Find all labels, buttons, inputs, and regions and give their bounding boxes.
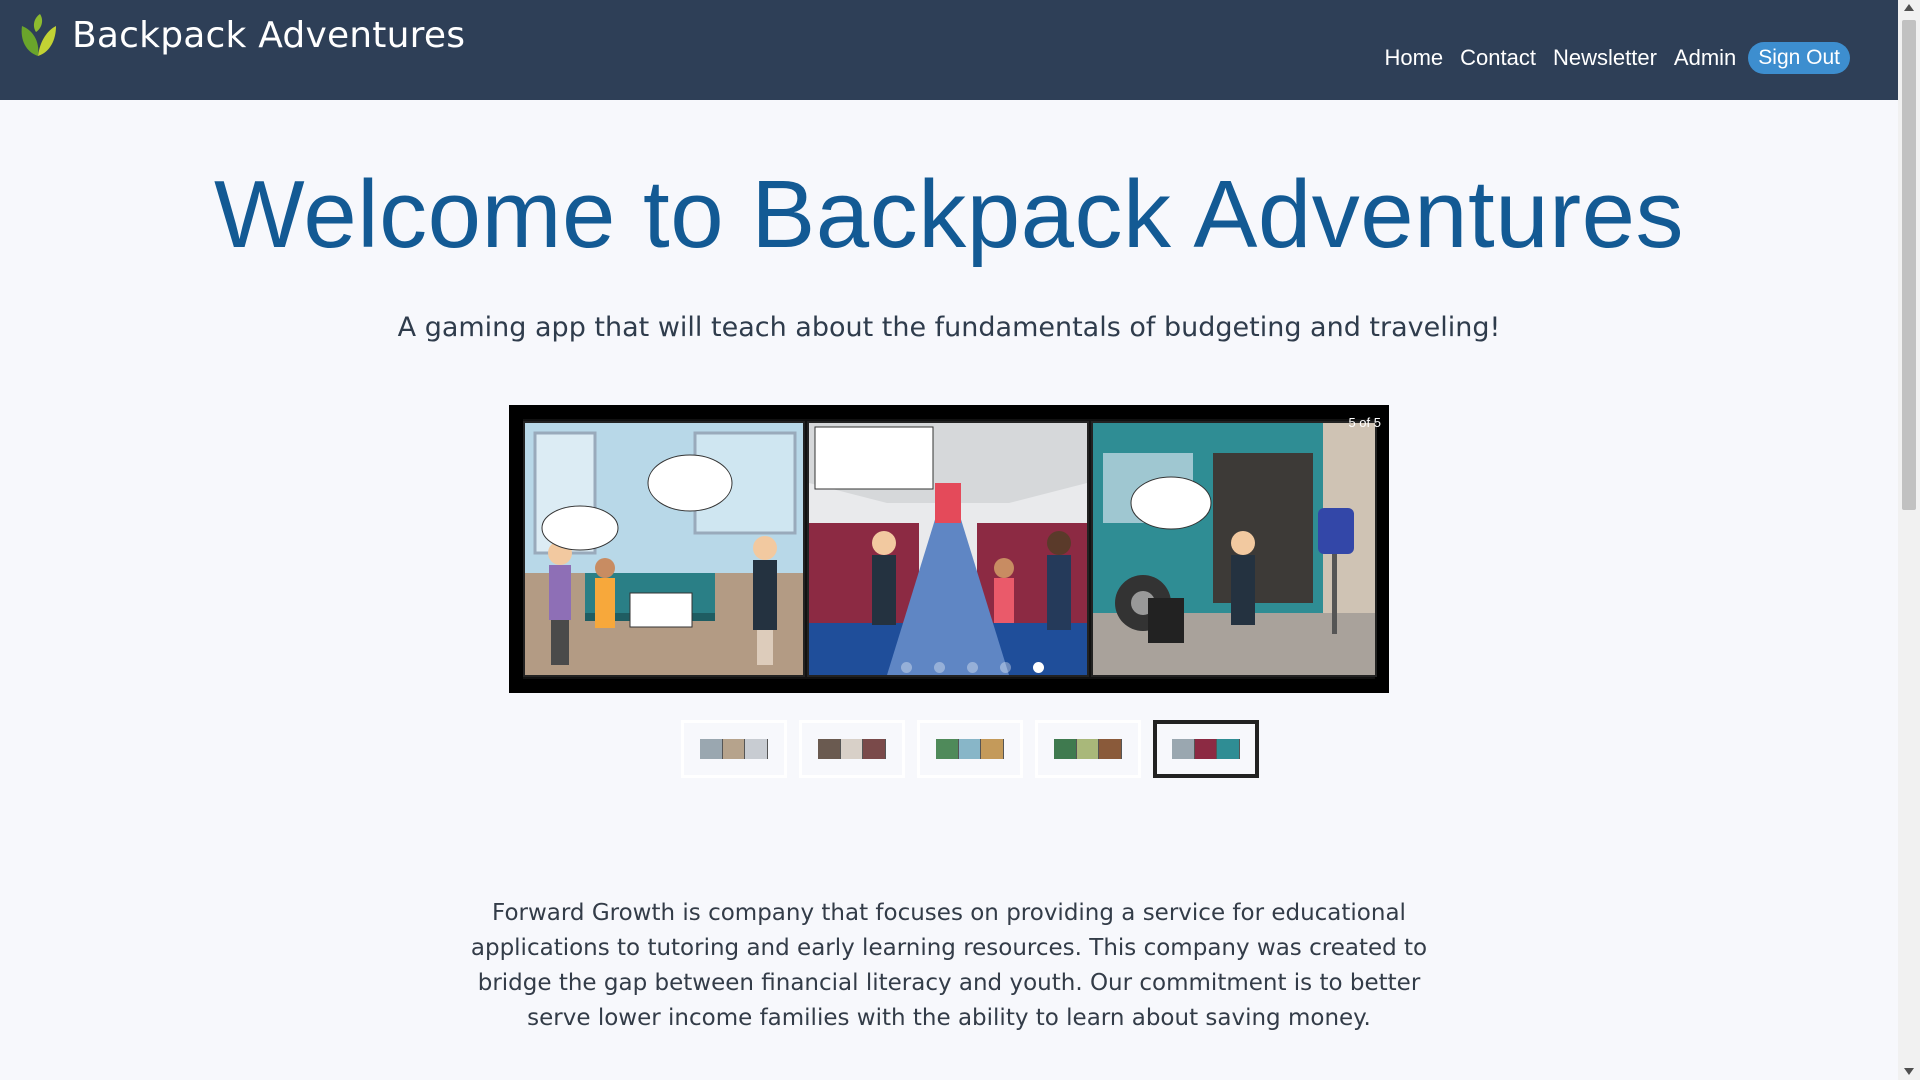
thumbnail-3[interactable] xyxy=(917,720,1023,778)
thumbnail-5[interactable] xyxy=(1153,720,1259,778)
about-paragraph: Forward Growth is company that focuses o… xyxy=(470,900,1428,1031)
thumbnail-image xyxy=(1172,739,1241,759)
thumbnail-image xyxy=(1054,739,1123,759)
carousel-slide xyxy=(523,419,1377,679)
nav-newsletter-link[interactable]: Newsletter xyxy=(1553,45,1657,71)
slide-counter: 5 of 5 xyxy=(1348,415,1381,430)
carousel-dot-4[interactable] xyxy=(1000,662,1011,673)
page-title: Welcome to Backpack Adventures xyxy=(214,161,1684,268)
nav-contact-link[interactable]: Contact xyxy=(1460,45,1536,71)
thumbnail-4[interactable] xyxy=(1035,720,1141,778)
carousel-thumbnails xyxy=(681,720,1271,778)
comic-panel-airplane xyxy=(807,421,1089,677)
carousel-dot-5[interactable] xyxy=(1033,662,1044,673)
thumbnail-1[interactable] xyxy=(681,720,787,778)
thumbnail-2[interactable] xyxy=(799,720,905,778)
top-navbar: Backpack Adventures Home Contact Newslet… xyxy=(0,0,1898,100)
scroll-down-arrow-icon[interactable] xyxy=(1904,1068,1914,1075)
comic-panel-bus xyxy=(1091,421,1377,677)
carousel-dot-2[interactable] xyxy=(934,662,945,673)
carousel-indicators xyxy=(901,662,1066,673)
nav-admin-link[interactable]: Admin xyxy=(1674,45,1736,71)
image-carousel[interactable]: 5 of 5 xyxy=(509,405,1389,693)
scroll-up-arrow-icon[interactable] xyxy=(1904,4,1914,11)
scroll-thumb[interactable] xyxy=(1902,20,1916,510)
page-scrollbar[interactable] xyxy=(1898,0,1920,1080)
carousel-dot-1[interactable] xyxy=(901,662,912,673)
nav-links: Home Contact Newsletter Admin Sign Out xyxy=(1367,42,1850,74)
thumbnail-image xyxy=(700,739,769,759)
comic-panel-airport xyxy=(523,421,805,677)
carousel-dot-3[interactable] xyxy=(967,662,978,673)
sign-out-button[interactable]: Sign Out xyxy=(1748,42,1850,74)
nav-home-link[interactable]: Home xyxy=(1384,45,1443,71)
thumbnail-image xyxy=(936,739,1005,759)
thumbnail-image xyxy=(818,739,887,759)
page-subtitle: A gaming app that will teach about the f… xyxy=(397,312,1501,343)
leaf-logo-icon xyxy=(18,12,58,58)
brand-title: Backpack Adventures xyxy=(72,14,466,56)
brand[interactable]: Backpack Adventures xyxy=(18,12,465,58)
